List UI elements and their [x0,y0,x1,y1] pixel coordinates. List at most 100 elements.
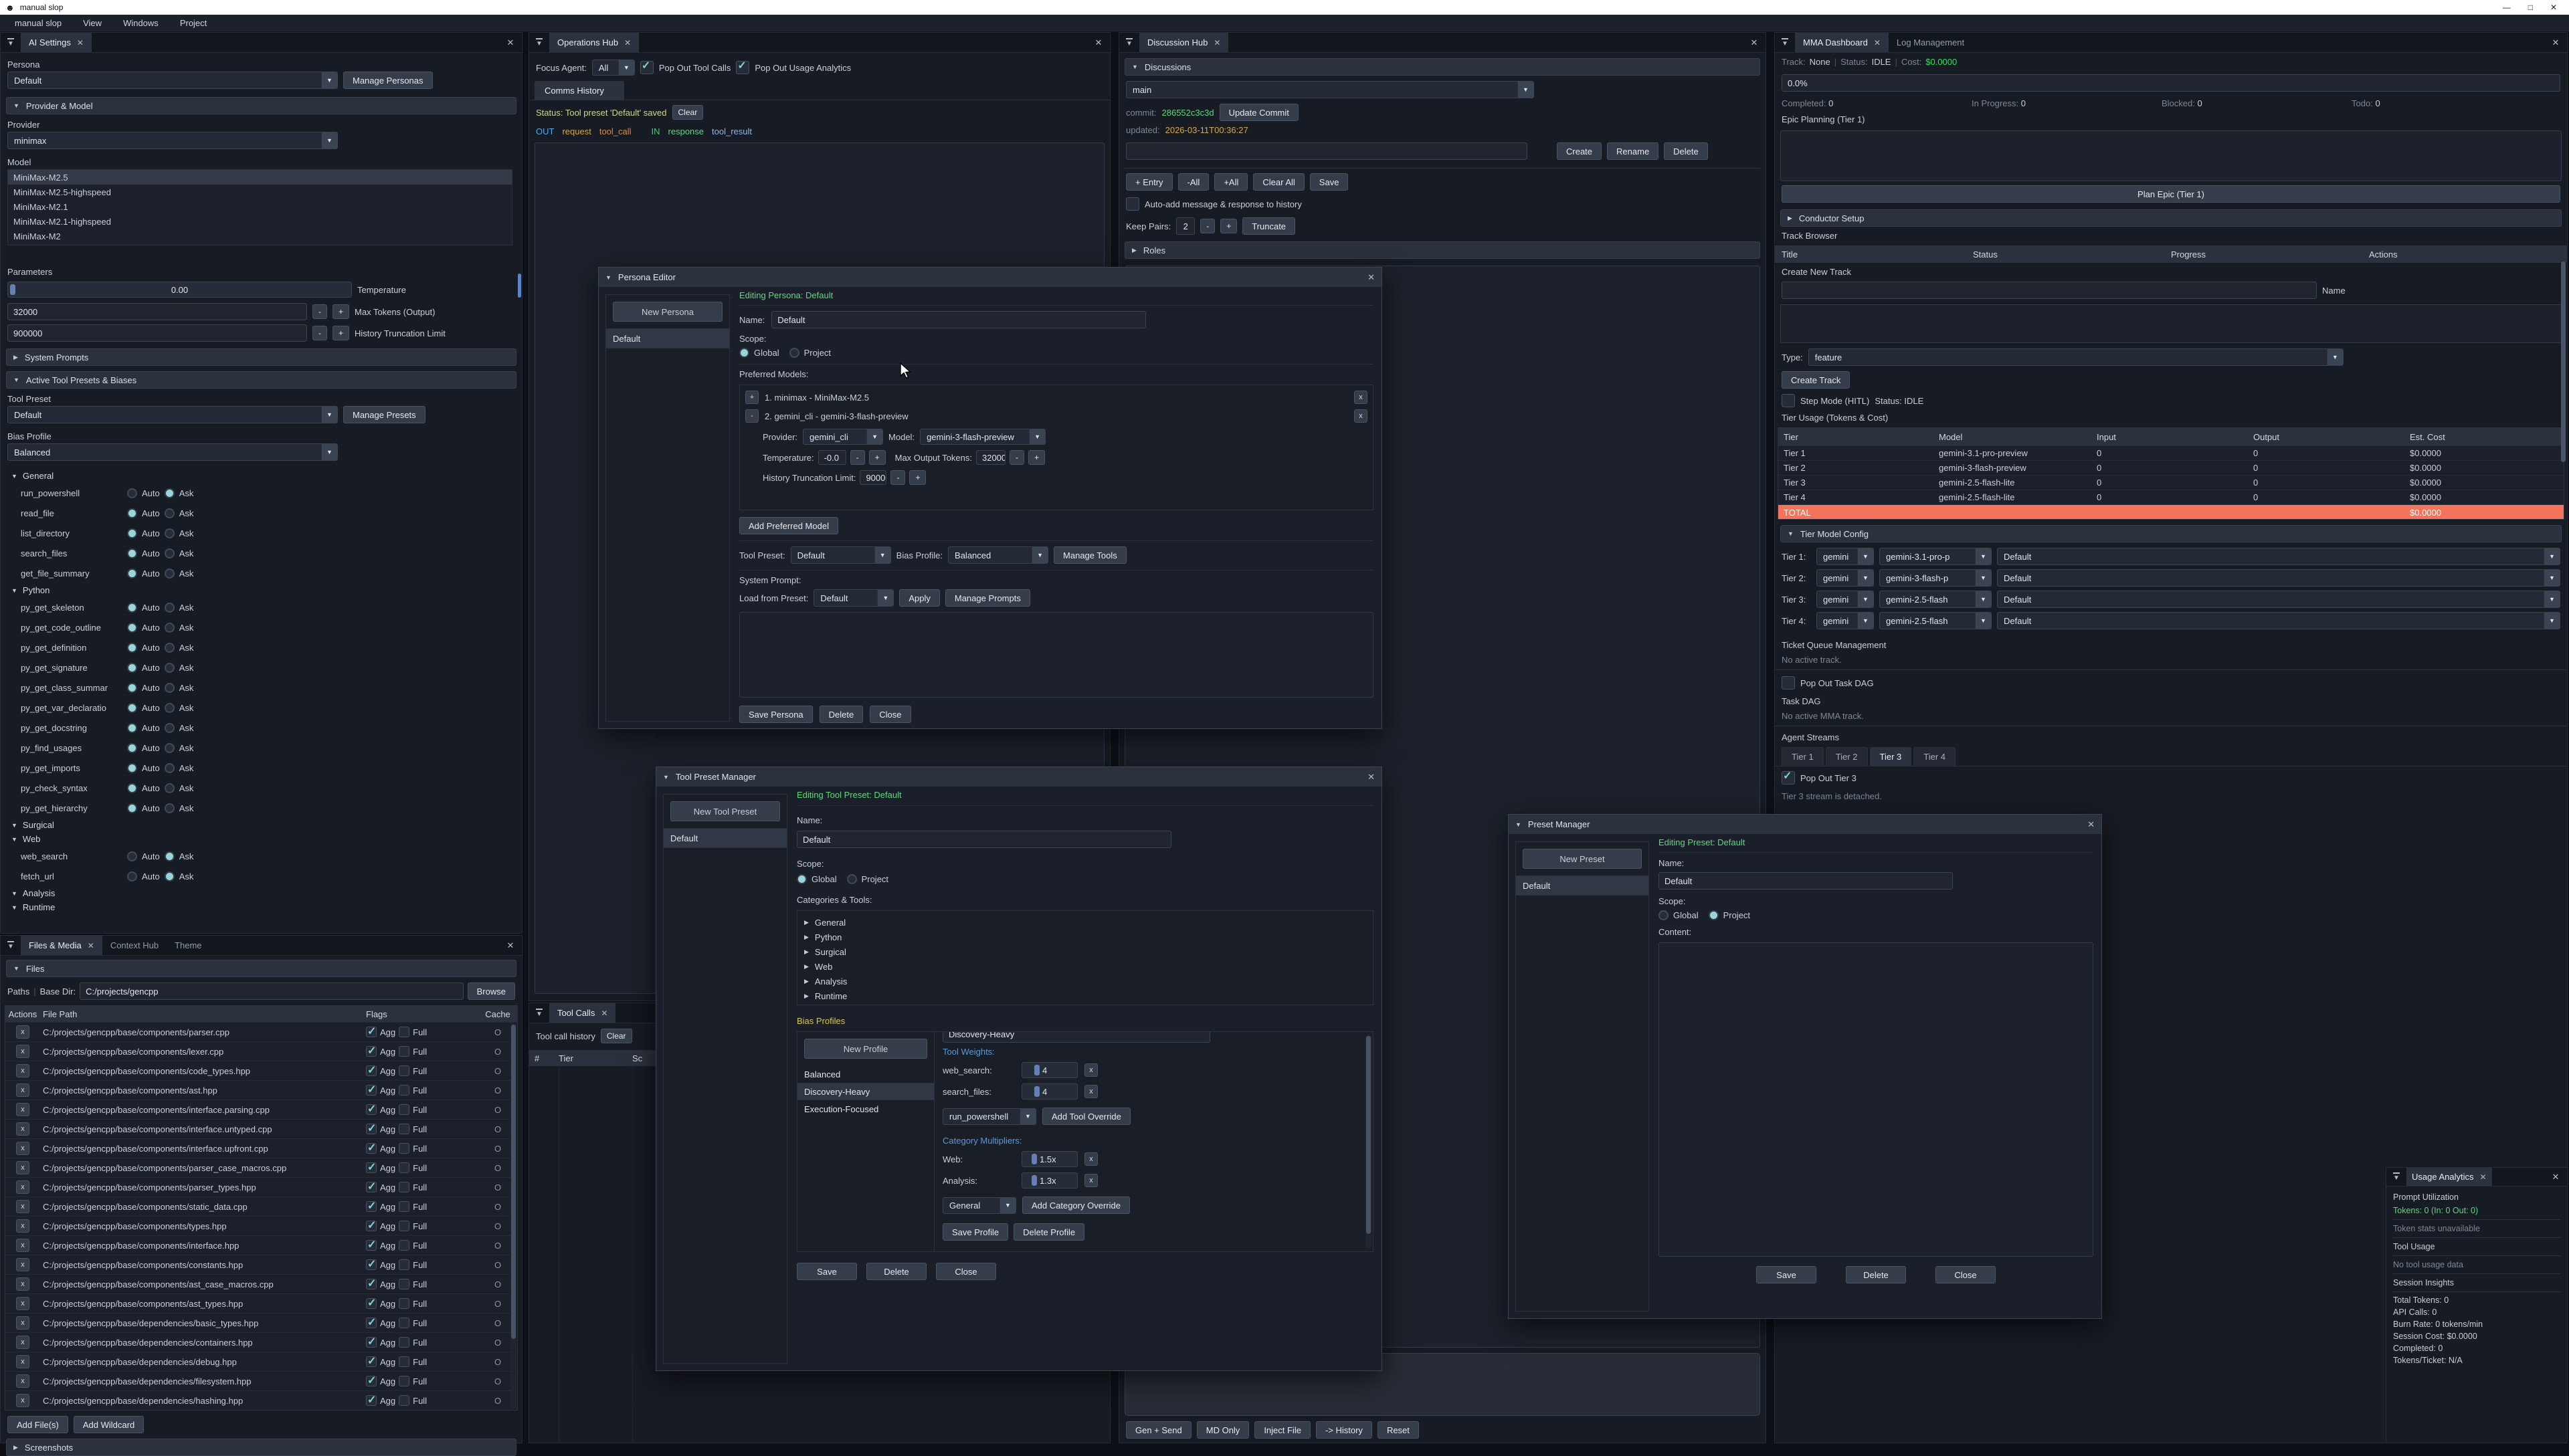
pop-out-tool-calls-checkbox[interactable] [640,61,654,74]
full-checkbox[interactable] [399,1259,409,1270]
create-track-button[interactable]: Create Track [1782,371,1850,389]
tab-log-management[interactable]: Log Management [1889,33,1972,52]
scope-global-radio[interactable] [1658,910,1669,920]
increment-button[interactable]: + [869,450,886,465]
add-preferred-model-button[interactable]: Add Preferred Model [739,517,838,534]
full-checkbox[interactable] [399,1298,409,1309]
section-header[interactable]: ▼Web [6,832,516,846]
section-header[interactable]: ▼Python [6,583,516,597]
preferred-provider-select[interactable]: gemini_cli▼ [803,429,883,445]
ask-radio[interactable] [165,663,175,673]
new-profile-button[interactable]: New Profile [804,1039,927,1059]
dock-icon[interactable] [1,936,21,955]
stream-tab-tier1[interactable]: Tier 1 [1782,747,1824,766]
auto-radio[interactable] [127,703,137,713]
remove-file-button[interactable]: x [16,1045,29,1058]
agg-checkbox[interactable] [366,1240,377,1251]
full-checkbox[interactable] [399,1065,409,1076]
close-dialog-icon[interactable]: ✕ [2087,819,2095,830]
stream-tab-tier4[interactable]: Tier 4 [1913,747,1956,766]
roles-section-header[interactable]: ▶Roles [1125,241,1760,259]
agg-checkbox[interactable] [366,1065,377,1076]
ask-radio[interactable] [165,548,175,558]
tab-usage-analytics[interactable]: Usage Analytics✕ [2406,1168,2492,1186]
tool-preset-select[interactable]: Default▼ [791,546,891,564]
tab-mma-dashboard[interactable]: MMA Dashboard✕ [1795,33,1889,52]
preset-content-textarea[interactable] [1658,942,2093,1257]
clear-status-button[interactable]: Clear [672,105,704,120]
new-tool-preset-button[interactable]: New Tool Preset [670,801,780,821]
tab-comms-history[interactable]: Comms History [535,81,624,100]
slider-handle[interactable] [1034,1065,1040,1075]
model-option[interactable]: MiniMax-M2.5-highspeed [8,185,512,199]
ask-radio[interactable] [165,623,175,633]
tool-override-select[interactable]: run_powershell▼ [943,1108,1036,1125]
manage-personas-button[interactable]: Manage Personas [343,72,433,89]
tier-preset-select[interactable]: Default▼ [1997,548,2560,565]
scrollbar-thumb[interactable] [518,274,521,298]
increment-button[interactable]: + [332,304,349,319]
panel-close-icon[interactable]: ✕ [499,936,522,955]
ask-radio[interactable] [165,508,175,518]
dock-icon[interactable] [1119,33,1139,52]
auto-radio[interactable] [127,763,137,773]
full-checkbox[interactable] [399,1027,409,1037]
tier-preset-select[interactable]: Default▼ [1997,612,2560,629]
auto-radio[interactable] [127,568,137,579]
tool-preset-select[interactable]: Default▼ [7,406,338,423]
decrement-button[interactable]: - [312,326,327,340]
category-web[interactable]: ▶Web [797,959,1373,974]
pop-out-dag-checkbox[interactable] [1782,676,1795,690]
tool-weight-slider[interactable]: 4 [1022,1083,1078,1100]
save-discussion-button[interactable]: Save [1310,173,1349,191]
category-runtime[interactable]: ▶Runtime [797,989,1373,1003]
manage-presets-button[interactable]: Manage Presets [343,406,425,423]
full-checkbox[interactable] [399,1337,409,1348]
base-dir-input[interactable]: C:/projects/gencpp [80,982,464,1000]
close-tool-preset-button[interactable]: Close [936,1263,996,1280]
scope-project-radio[interactable] [847,874,857,884]
dialog-titlebar[interactable]: ▼ Tool Preset Manager ✕ [656,767,1382,787]
decrement-button[interactable]: - [890,470,905,485]
ask-radio[interactable] [165,783,175,793]
tool-section-surgical[interactable]: ▼Surgical [6,818,516,832]
history-truncation-input[interactable]: 900000 [860,470,886,485]
menu-project[interactable]: Project [171,17,216,29]
agg-checkbox[interactable] [366,1046,377,1057]
delete-discussion-button[interactable]: Delete [1664,142,1708,160]
section-header[interactable]: ▼General [6,469,516,483]
remove-multiplier-button[interactable]: x [1084,1152,1098,1166]
remove-file-button[interactable]: x [16,1277,29,1291]
max-tokens-input[interactable]: 32000 [7,303,307,320]
manage-tools-button[interactable]: Manage Tools [1054,546,1127,564]
track-description-textarea[interactable] [1780,304,2562,343]
auto-radio[interactable] [127,663,137,673]
ask-radio[interactable] [165,723,175,733]
tab-files-media[interactable]: Files & Media✕ [21,936,102,955]
load-from-preset-select[interactable]: Default▼ [814,589,894,607]
persona-name-input[interactable]: Default [771,311,1146,328]
close-tab-icon[interactable]: ✕ [2480,1172,2487,1182]
remove-file-button[interactable]: x [16,1394,29,1407]
dock-icon[interactable] [1,33,21,52]
add-wildcard-button[interactable]: Add Wildcard [74,1416,144,1433]
auto-radio[interactable] [127,783,137,793]
scrollbar-thumb[interactable] [511,1025,516,1339]
tool-preset-list-item[interactable]: Default [664,828,787,848]
auto-radio[interactable] [127,871,137,881]
add-tool-override-button[interactable]: Add Tool Override [1042,1108,1131,1125]
full-checkbox[interactable] [399,1104,409,1115]
full-checkbox[interactable] [399,1085,409,1096]
remove-file-button[interactable]: x [16,1142,29,1155]
agg-checkbox[interactable] [366,1376,377,1386]
dock-icon[interactable] [2386,1168,2406,1186]
tier-provider-select[interactable]: gemini▼ [1816,548,1874,565]
full-checkbox[interactable] [399,1201,409,1212]
close-tab-icon[interactable]: ✕ [601,1009,607,1018]
md-only-button[interactable]: MD Only [1197,1421,1250,1439]
to-history-button[interactable]: -> History [1316,1421,1372,1439]
auto-radio[interactable] [127,743,137,753]
auto-radio[interactable] [127,603,137,613]
tab-context-hub[interactable]: Context Hub [102,936,167,955]
tier-preset-select[interactable]: Default▼ [1997,591,2560,608]
